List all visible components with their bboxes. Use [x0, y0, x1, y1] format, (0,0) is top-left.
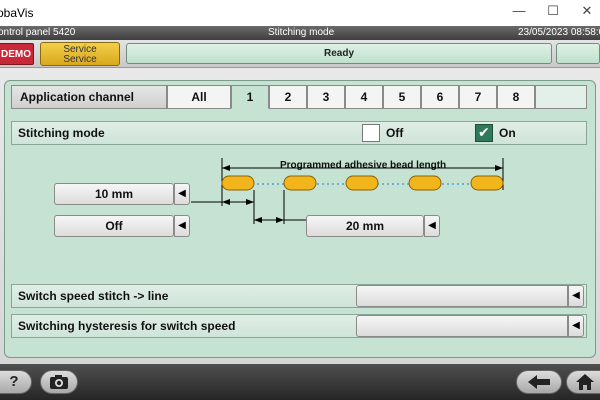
tab-2[interactable]: 2	[269, 85, 307, 109]
tab-1[interactable]: 1	[231, 85, 269, 109]
help-icon: ?	[9, 373, 19, 390]
info-bar: ontrol panel 5420 Stitching mode 23/05/2…	[0, 26, 600, 40]
camera-icon	[50, 375, 68, 389]
close-button[interactable]: ✕	[578, 3, 596, 19]
switch-speed-arrow-button[interactable]: ◀	[568, 285, 584, 307]
switch-speed-label: Switch speed stitch -> line	[18, 289, 169, 303]
datetime: 23/05/2023 08:58:0	[518, 27, 600, 38]
hysteresis-arrow-button[interactable]: ◀	[568, 315, 584, 337]
hysteresis-field[interactable]	[356, 315, 568, 337]
window-titlebar: obaVis — ☐ ✕	[0, 0, 600, 26]
app-title: obaVis	[0, 6, 34, 20]
screen-title: Stitching mode	[268, 27, 335, 38]
tab-all[interactable]: All	[167, 85, 231, 109]
tab-header-application-channel: Application channel	[11, 85, 167, 109]
screenshot-button[interactable]	[40, 370, 78, 394]
bottom-toolbar: ?	[0, 364, 600, 400]
control-panel-label: ontrol panel 5420	[0, 27, 76, 38]
gap-length-field[interactable]: 20 mm	[306, 215, 424, 237]
stitching-off-label: Off	[386, 126, 404, 140]
tab-filler	[535, 85, 587, 109]
status-indicator	[556, 43, 600, 64]
hysteresis-label: Switching hysteresis for switch speed	[18, 319, 236, 333]
stitching-on-checkbox[interactable]	[475, 124, 493, 142]
service-button[interactable]: Service Service	[40, 42, 120, 66]
bead-length-title: Programmed adhesive bead length	[280, 160, 447, 171]
gap-setting-arrow-button[interactable]: ◀	[174, 215, 190, 237]
gap-setting-field[interactable]: Off	[54, 215, 174, 237]
tab-4[interactable]: 4	[345, 85, 383, 109]
bead-length-field[interactable]: 10 mm	[54, 183, 174, 205]
switch-speed-field[interactable]	[356, 285, 568, 307]
tab-7[interactable]: 7	[459, 85, 497, 109]
channel-tabs: Application channel All 1 2 3 4 5 6 7 8	[11, 85, 587, 109]
gap-length-arrow-button[interactable]: ◀	[424, 215, 440, 237]
demo-button[interactable]: DEMO	[0, 43, 34, 65]
status-row: DEMO Service Service Ready	[0, 40, 600, 68]
minimize-button[interactable]: —	[510, 3, 528, 18]
help-button[interactable]: ?	[0, 370, 32, 394]
home-icon	[576, 374, 594, 390]
status-message: Ready	[126, 43, 552, 64]
service-label-2: Service	[63, 54, 97, 65]
bead-length-arrow-button[interactable]: ◀	[174, 183, 190, 205]
tab-5[interactable]: 5	[383, 85, 421, 109]
maximize-button[interactable]: ☐	[544, 3, 562, 19]
tab-8[interactable]: 8	[497, 85, 535, 109]
home-button[interactable]	[566, 370, 600, 394]
stitching-on-label: On	[499, 126, 516, 140]
stitching-mode-label: Stitching mode	[18, 126, 105, 140]
back-arrow-icon	[528, 375, 550, 389]
stitching-off-checkbox[interactable]	[362, 124, 380, 142]
tab-3[interactable]: 3	[307, 85, 345, 109]
tab-6[interactable]: 6	[421, 85, 459, 109]
back-button[interactable]	[516, 370, 562, 394]
